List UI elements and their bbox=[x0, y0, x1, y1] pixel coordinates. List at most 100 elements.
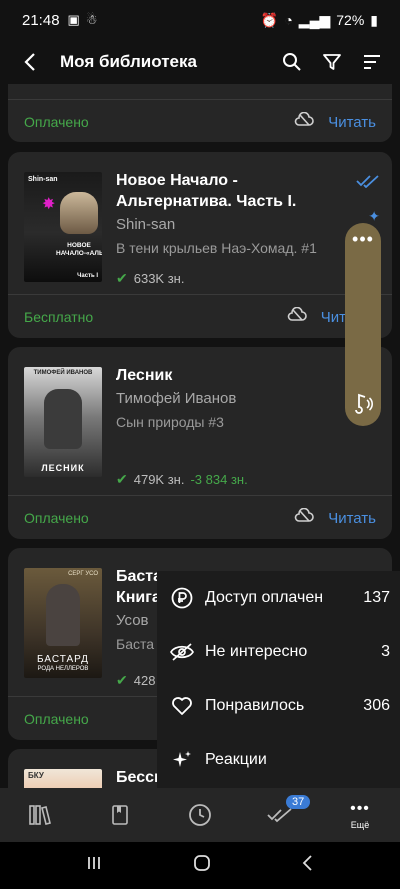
menu-item-not-interested[interactable]: Не интересно 3 bbox=[157, 625, 400, 679]
menu-item-count: 3 bbox=[381, 643, 390, 660]
sparkles-icon bbox=[167, 749, 197, 771]
battery-icon: ▮ bbox=[370, 11, 378, 28]
audio-icon[interactable] bbox=[351, 391, 375, 420]
bottom-nav: 37 ••• Ещё bbox=[0, 788, 400, 842]
book-size: 428 bbox=[133, 673, 156, 688]
notification-badge: 37 bbox=[286, 795, 311, 809]
tab-reading[interactable] bbox=[80, 788, 160, 842]
chevron-left-icon bbox=[303, 855, 312, 871]
sort-button[interactable] bbox=[354, 44, 390, 80]
status-bar: 21:48 ▣ ☃ ⏰ ◔ ▂▄▆ 72% ▮ bbox=[0, 0, 400, 40]
cover-title: БКУ bbox=[28, 771, 44, 780]
book-icon bbox=[112, 805, 128, 825]
search-button[interactable] bbox=[274, 44, 310, 80]
cloud-off-icon[interactable] bbox=[287, 306, 307, 328]
back-button[interactable] bbox=[0, 40, 60, 84]
book-cover[interactable]: ТИМОФЕЙ ИВАНОВ ЛЕСНИК bbox=[24, 367, 102, 477]
clock-icon bbox=[189, 804, 211, 826]
book-author[interactable]: Тимофей Иванов bbox=[116, 390, 352, 407]
menu-item-label: Не интересно bbox=[205, 643, 308, 660]
search-icon bbox=[283, 53, 301, 71]
tab-more[interactable]: ••• Ещё bbox=[320, 788, 400, 842]
book-cover[interactable]: БКУ bbox=[24, 769, 102, 788]
book-cover[interactable]: СЕРГ УСО БАСТАРД РОДА НЕЛЛЕРОВ bbox=[24, 568, 102, 678]
home-button[interactable] bbox=[192, 853, 212, 878]
heart-icon bbox=[167, 696, 197, 716]
image-icon: ▣ bbox=[67, 12, 80, 27]
double-check-icon bbox=[267, 808, 292, 823]
cover-star-icon: ✸ bbox=[42, 196, 56, 213]
book-title[interactable]: Новое Начало - Альтернатива. Часть I. bbox=[116, 170, 352, 212]
sparkle-icon: ✦ bbox=[368, 208, 380, 224]
home-icon bbox=[194, 855, 210, 871]
more-icon: ••• bbox=[350, 800, 370, 817]
book-size: 479K зн. bbox=[133, 472, 185, 487]
app-bar: Моя библиотека bbox=[0, 40, 400, 84]
check-icon: ✔ bbox=[116, 471, 128, 487]
book-card[interactable]: ТИМОФЕЙ ИВАНОВ ЛЕСНИК Лесник Тимофей Ива… bbox=[8, 347, 392, 539]
menu-item-label: Реакции bbox=[205, 751, 267, 768]
battery-level: 72% bbox=[336, 12, 365, 28]
menu-item-paid[interactable]: Доступ оплачен 137 bbox=[157, 571, 400, 625]
read-button[interactable]: Читать bbox=[328, 510, 376, 527]
menu-item-liked[interactable]: Понравилось 306 bbox=[157, 679, 400, 733]
recent-apps-button[interactable] bbox=[85, 854, 103, 877]
cloud-off-icon[interactable] bbox=[294, 111, 315, 133]
floating-panel[interactable]: ••• bbox=[345, 223, 381, 426]
cover-figure bbox=[44, 389, 82, 449]
sort-icon bbox=[364, 55, 380, 69]
cover-face bbox=[60, 192, 98, 234]
book-cover[interactable]: Shin-san ✸ НОВОЕ НАЧАЛО-«АЛЬТЕРНАТИВА» Ч… bbox=[24, 172, 102, 282]
notification-icon: ☃ bbox=[85, 12, 98, 27]
payment-status: Оплачено bbox=[24, 711, 89, 727]
tab-read[interactable]: 37 bbox=[240, 788, 320, 842]
cover-subtitle: РОДА НЕЛЛЕРОВ bbox=[37, 666, 89, 672]
menu-item-label: Доступ оплачен bbox=[205, 589, 324, 606]
cover-part: Часть I bbox=[77, 273, 98, 279]
page-title: Моя библиотека bbox=[60, 52, 197, 71]
payment-status: Бесплатно bbox=[24, 309, 94, 325]
cover-title: НОВОЕ НАЧАЛО-«АЛЬТЕРНАТИВА» bbox=[56, 242, 102, 257]
eye-off-icon bbox=[167, 642, 197, 662]
chevron-left-icon bbox=[24, 53, 35, 71]
book-series[interactable]: Сын природы #3 bbox=[116, 413, 352, 431]
system-nav-bar bbox=[0, 842, 400, 889]
cover-title: ЛЕСНИК bbox=[41, 463, 85, 473]
tab-more-label: Ещё bbox=[350, 820, 370, 830]
menu-item-count: 137 bbox=[363, 589, 390, 606]
book-title[interactable]: Лесник bbox=[116, 365, 352, 386]
system-back-button[interactable] bbox=[301, 854, 315, 877]
alarm-icon: ⏰ bbox=[260, 11, 279, 28]
cover-author: СЕРГ УСО bbox=[68, 571, 98, 577]
book-size: 633K зн. bbox=[133, 271, 185, 286]
check-icon: ✔ bbox=[116, 672, 128, 688]
cover-author: ТИМОФЕЙ ИВАНОВ bbox=[33, 370, 93, 376]
filter-menu: Доступ оплачен 137 Не интересно 3 Понрав… bbox=[157, 571, 400, 788]
tab-history[interactable] bbox=[160, 788, 240, 842]
recent-apps-icon bbox=[87, 857, 100, 869]
signal-icon: ▂▄▆ bbox=[298, 11, 331, 28]
check-icon: ✔ bbox=[116, 270, 128, 286]
cloud-off-icon[interactable] bbox=[294, 507, 315, 529]
menu-item-count: 306 bbox=[363, 697, 390, 714]
size-delta: -3 834 зн. bbox=[190, 472, 248, 487]
cover-author: Shin-san bbox=[28, 176, 58, 183]
wifi-icon: ◔ bbox=[284, 12, 293, 28]
menu-item-reactions[interactable]: Реакции bbox=[157, 733, 400, 787]
payment-status: Оплачено bbox=[24, 510, 89, 526]
status-time: 21:48 bbox=[22, 11, 60, 29]
ruble-icon bbox=[167, 587, 197, 609]
book-series[interactable]: В тени крыльев Наэ-Хомад. #1 bbox=[116, 239, 352, 257]
books-icon bbox=[29, 805, 51, 825]
cover-title: БАСТАРД bbox=[37, 654, 89, 665]
double-check-icon bbox=[356, 174, 380, 193]
read-button[interactable]: Чит bbox=[321, 309, 346, 326]
tab-library[interactable] bbox=[0, 788, 80, 842]
book-card[interactable]: Оплачено Читать bbox=[8, 84, 392, 142]
book-card[interactable]: Shin-san ✸ НОВОЕ НАЧАЛО-«АЛЬТЕРНАТИВА» Ч… bbox=[8, 152, 392, 338]
more-dots-icon[interactable]: ••• bbox=[345, 229, 381, 250]
filter-icon bbox=[323, 54, 341, 70]
book-author[interactable]: Shin-san bbox=[116, 216, 352, 233]
filter-button[interactable] bbox=[314, 44, 350, 80]
read-button[interactable]: Читать bbox=[328, 114, 376, 131]
